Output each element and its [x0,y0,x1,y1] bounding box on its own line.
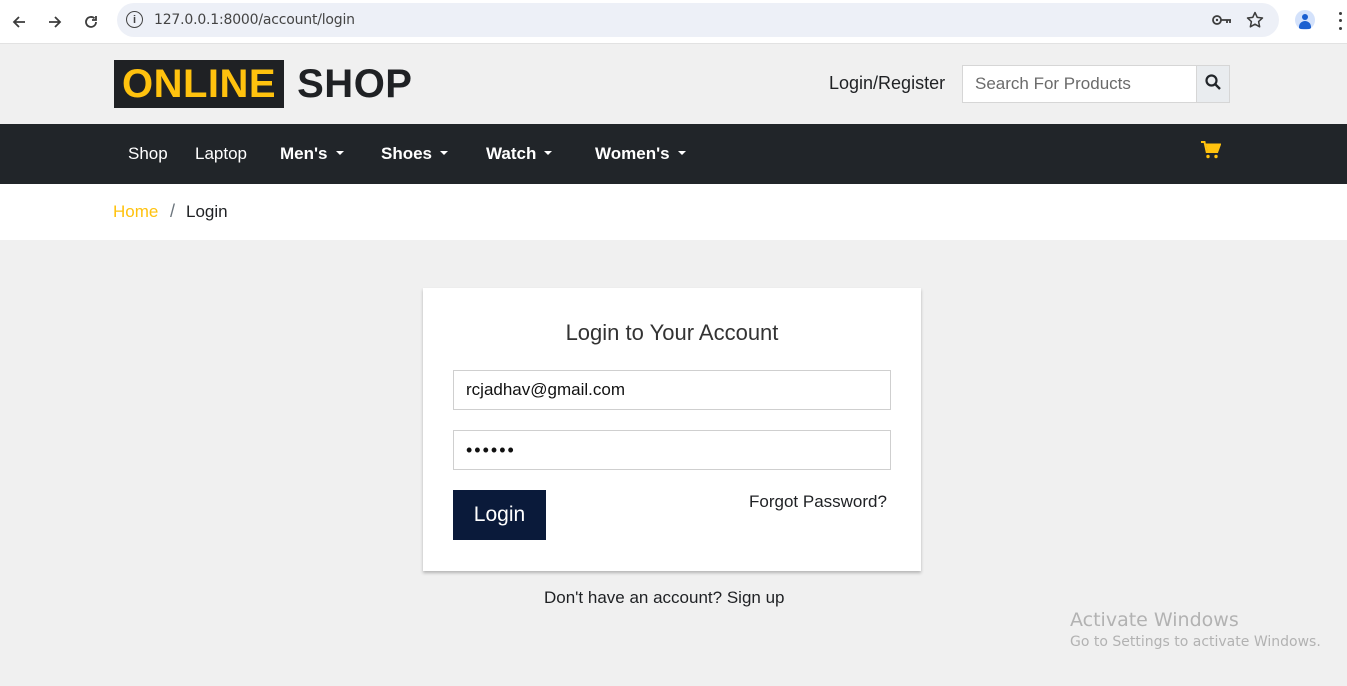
site-logo[interactable]: ONLINE SHOP [114,60,412,108]
forgot-password-link[interactable]: Forgot Password? [749,492,887,512]
nav-item-watch[interactable]: Watch [486,144,553,164]
login-register-link[interactable]: Login/Register [829,73,945,94]
search-button[interactable] [1196,66,1229,102]
login-title: Login to Your Account [565,320,779,345]
caret-down-icon [544,150,553,155]
nav-item-laptop[interactable]: Laptop [195,144,247,164]
nav-item-shop[interactable]: Shop [128,144,168,164]
caret-down-icon [677,150,686,155]
logo-highlight: ONLINE [114,60,285,108]
arrow-right-icon[interactable] [42,9,68,35]
breadcrumb-separator: / [170,201,176,221]
breadcrumb-home-link[interactable]: Home [113,202,158,222]
caret-down-icon [440,150,449,155]
star-icon[interactable] [1245,10,1265,30]
reload-icon[interactable] [78,9,104,35]
search-bar [962,65,1230,103]
browser-toolbar: i 127.0.0.1:8000/account/login [0,0,1347,44]
arrow-left-icon[interactable] [6,9,32,35]
signup-prompt: Don't have an account? Sign up [544,588,785,608]
main-navbar: Shop Laptop Men's Shoes Watch Women's [0,124,1347,184]
signup-link[interactable]: Sign up [727,588,785,607]
search-input[interactable] [963,66,1196,102]
address-bar[interactable]: i 127.0.0.1:8000/account/login [117,3,1279,37]
breadcrumb: Home / Login [0,184,1347,240]
shopping-cart-icon[interactable] [1201,141,1222,159]
profile-icon[interactable] [1295,10,1315,30]
login-button[interactable]: Login [453,490,546,540]
breadcrumb-current: Login [186,202,228,221]
signup-prompt-text: Don't have an account? [544,588,723,607]
nav-item-mens[interactable]: Men's [280,144,344,164]
nav-item-womens[interactable]: Women's [595,144,686,164]
search-icon [1205,73,1221,95]
url-text[interactable]: 127.0.0.1:8000/account/login [154,12,355,28]
email-field[interactable] [453,370,891,410]
nav-item-shoes[interactable]: Shoes [381,144,449,164]
password-field[interactable] [453,430,891,470]
site-info-icon[interactable]: i [126,11,143,28]
activate-windows-title: Activate Windows [1070,609,1239,631]
kebab-menu-icon[interactable] [1332,10,1347,32]
caret-down-icon [335,150,344,155]
key-icon[interactable] [1212,10,1232,30]
login-card: Login to Your Account Login Forgot Passw… [423,288,921,571]
logo-text: SHOP [297,61,413,106]
activate-windows-subtitle: Go to Settings to activate Windows. [1070,634,1321,650]
